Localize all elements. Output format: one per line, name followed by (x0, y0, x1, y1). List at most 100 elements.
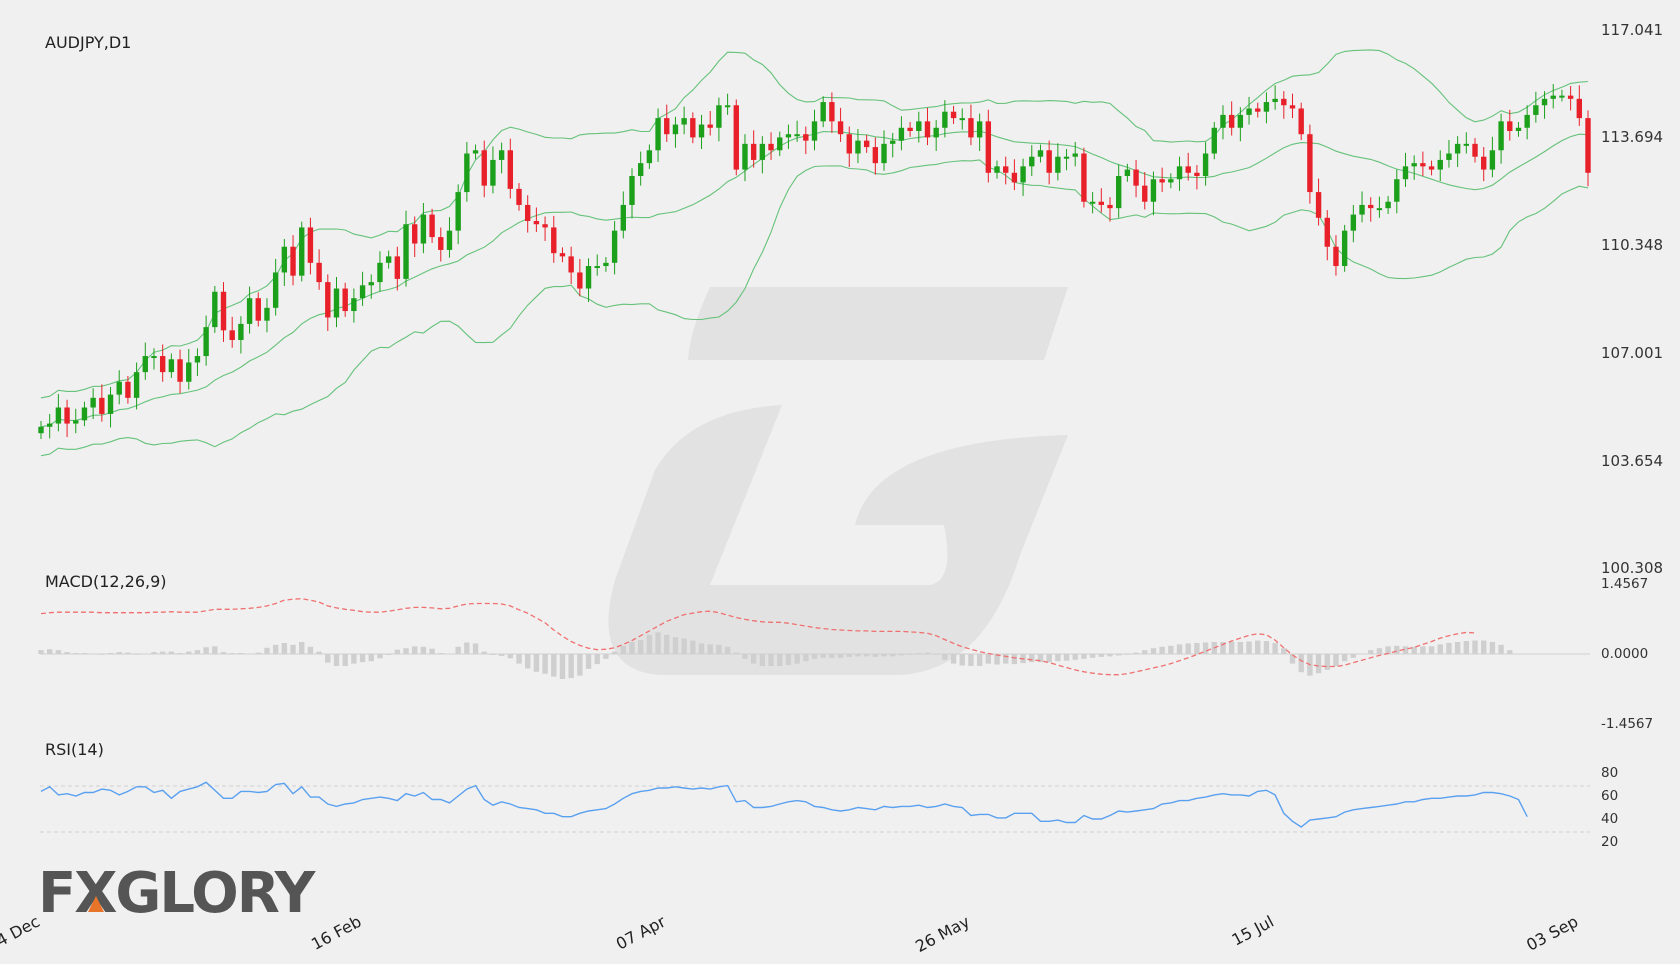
macd-histogram-bar (872, 654, 879, 657)
macd-histogram-bar (272, 644, 279, 654)
candle (1211, 121, 1217, 160)
macd-histogram-bar (1394, 645, 1400, 654)
candle-body (255, 298, 261, 321)
candle (1281, 91, 1287, 119)
macd-tick: 1.4567 (1601, 576, 1648, 592)
macd-histogram-bar (1089, 654, 1096, 658)
candle (551, 215, 557, 263)
date-tick-label: 24 Dec (0, 912, 43, 955)
candle-body (1020, 166, 1026, 183)
candle-body (681, 118, 687, 125)
candle-body (1315, 192, 1322, 218)
candle-body (803, 134, 809, 141)
candle (1359, 191, 1365, 223)
candle (942, 100, 948, 138)
candle (985, 109, 992, 183)
macd-histogram-bar (1507, 650, 1513, 654)
candle-body (1385, 201, 1391, 209)
candle (637, 151, 644, 186)
macd-histogram-bar (1446, 642, 1452, 654)
candle-body (1046, 150, 1052, 173)
candle (194, 348, 201, 376)
macd-histogram-bar (620, 645, 626, 654)
macd-histogram-bar (611, 651, 618, 654)
candle (1081, 147, 1087, 208)
rsi-tick: 80 (1601, 765, 1618, 781)
candle-body (1011, 172, 1018, 183)
candle (1368, 197, 1374, 222)
macd-histogram-bar (342, 654, 348, 667)
macd-histogram-bar (1107, 654, 1113, 657)
price-tick: 107.001 (1601, 344, 1663, 362)
macd-histogram-bar (533, 654, 540, 672)
candle-body (1159, 179, 1165, 183)
candle (1220, 105, 1226, 140)
rsi-tick: 20 (1601, 834, 1618, 850)
candle-body (916, 121, 922, 131)
macd-histogram-bar (498, 654, 505, 656)
macd-histogram-bar (142, 653, 148, 655)
candle (664, 104, 670, 142)
candle-body (333, 288, 340, 318)
rsi-tick: 60 (1601, 788, 1618, 804)
macd-histogram-bar (64, 652, 70, 654)
candle (881, 130, 887, 171)
candle (1029, 145, 1035, 177)
macd-histogram-bar (177, 653, 183, 654)
candle-body (1428, 166, 1435, 170)
macd-histogram-bar (168, 651, 175, 654)
macd-histogram-bar (672, 637, 679, 654)
candle (1202, 141, 1209, 186)
macd-histogram-bar (255, 652, 261, 654)
macd-histogram-bar (976, 654, 983, 667)
macd-histogram-bar (1368, 650, 1374, 654)
macd-title: MACD(12,26,9) (45, 572, 167, 591)
candle-body (707, 124, 713, 128)
candle (516, 183, 522, 211)
candle-body (1089, 201, 1096, 204)
candle-body (881, 143, 887, 164)
macd-histogram-bar (1350, 654, 1357, 658)
candle (464, 141, 470, 202)
candle-body (637, 163, 644, 177)
macd-histogram-bar (316, 651, 322, 654)
price-tick: 100.308 (1601, 559, 1663, 577)
candle-body (342, 288, 348, 312)
price-tick: 117.041 (1601, 21, 1663, 39)
macd-histogram-bar (777, 654, 783, 667)
candle (212, 285, 218, 333)
candle (603, 257, 609, 272)
macd-histogram-bar (351, 654, 357, 664)
main-chart-title: AUDJPY,D1 (45, 33, 131, 52)
candle (1255, 102, 1261, 118)
candle (1228, 101, 1235, 136)
candle-body (794, 134, 800, 137)
candle (1559, 89, 1565, 102)
candle (116, 370, 122, 405)
macd-histogram-bar (637, 640, 644, 654)
macd-histogram-bar (55, 650, 62, 654)
candle-body (1272, 98, 1278, 103)
candle (142, 342, 148, 380)
candle (1246, 96, 1252, 125)
candle-body (664, 118, 670, 135)
macd-histogram-bar (716, 644, 722, 654)
candle (1063, 148, 1070, 171)
candle-body (1133, 169, 1139, 186)
macd-histogram-bar (412, 646, 418, 654)
candle (559, 247, 566, 263)
candle (1341, 224, 1348, 272)
macd-axis: 1.4567 0.0000 -1.4567 (1601, 576, 1653, 732)
candle (1376, 196, 1383, 218)
date-tick-label: 26 May (912, 912, 973, 956)
macd-histogram-bar (1255, 640, 1261, 654)
macd-histogram-bar (1124, 654, 1131, 655)
candle (1481, 147, 1487, 182)
candle (950, 105, 957, 124)
candle (1350, 204, 1357, 243)
candle-body (1585, 118, 1591, 173)
candle-body (846, 134, 852, 154)
macd-histogram-bar (516, 654, 522, 664)
macd-histogram-bar (377, 654, 383, 659)
candle-body (890, 140, 896, 144)
